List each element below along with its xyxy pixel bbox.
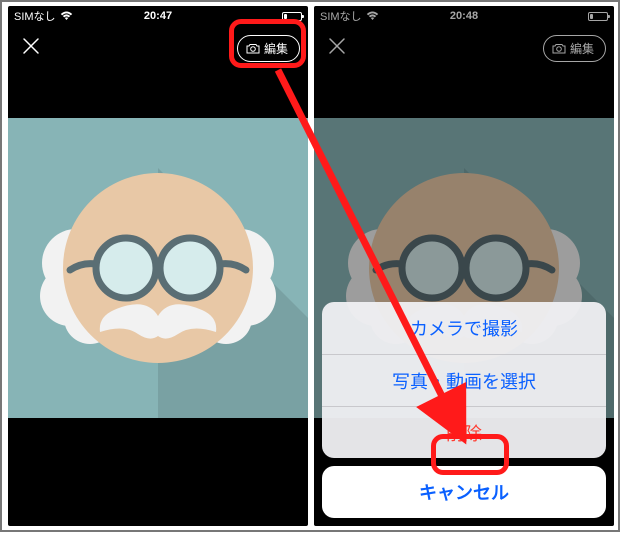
profile-image bbox=[8, 118, 308, 418]
phone-screen-right: SIMなし 20:48 編集 bbox=[314, 6, 614, 526]
action-delete[interactable]: 削除 bbox=[322, 406, 606, 458]
action-choose-media[interactable]: 写真・動画を選択 bbox=[322, 354, 606, 406]
action-label: キャンセル bbox=[419, 479, 509, 505]
carrier-label: SIMなし bbox=[14, 8, 56, 24]
action-take-photo[interactable]: カメラで撮影 bbox=[322, 302, 606, 354]
action-label: 写真・動画を選択 bbox=[392, 368, 536, 394]
action-sheet: カメラで撮影 写真・動画を選択 削除 キャンセル bbox=[322, 302, 606, 518]
edit-label: 編集 bbox=[264, 40, 288, 57]
wifi-icon bbox=[60, 11, 73, 21]
nav-bar: 編集 bbox=[8, 26, 308, 70]
close-button[interactable] bbox=[16, 35, 46, 61]
status-bar: SIMなし 20:47 bbox=[8, 6, 308, 26]
action-label: カメラで撮影 bbox=[410, 315, 518, 341]
close-icon bbox=[22, 37, 40, 55]
clock: 20:47 bbox=[144, 10, 172, 22]
edit-button[interactable]: 編集 bbox=[237, 35, 300, 62]
avatar-illustration bbox=[8, 118, 308, 418]
action-label: 削除 bbox=[446, 420, 482, 446]
battery-icon bbox=[282, 12, 302, 21]
action-sheet-options: カメラで撮影 写真・動画を選択 削除 bbox=[322, 302, 606, 458]
camera-icon bbox=[246, 43, 260, 54]
phone-screen-left: SIMなし 20:47 編集 bbox=[8, 6, 308, 526]
action-cancel[interactable]: キャンセル bbox=[322, 466, 606, 518]
